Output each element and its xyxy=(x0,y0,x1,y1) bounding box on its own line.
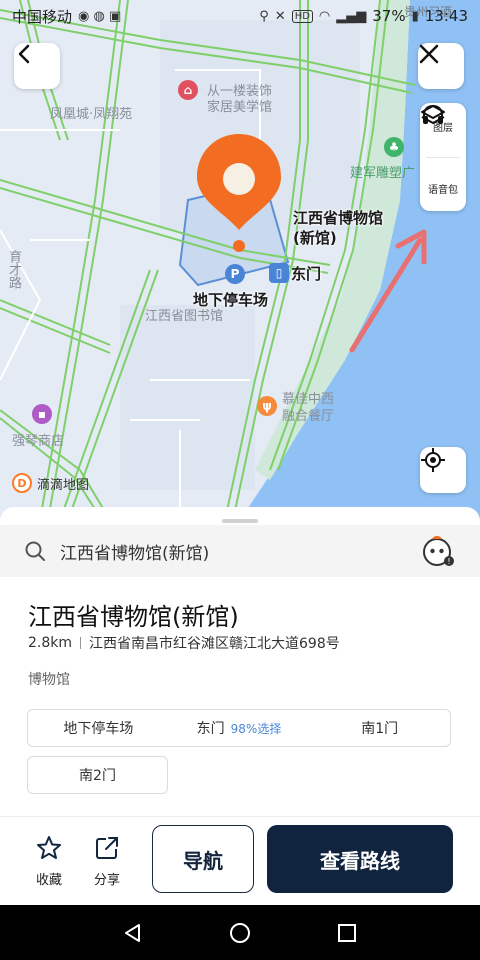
view-route-button[interactable]: 查看路线 xyxy=(267,825,453,893)
battery-icon: ▮ xyxy=(411,8,419,24)
map-canvas xyxy=(0,0,480,520)
door-icon[interactable]: ▯ xyxy=(269,263,289,283)
status-bar: 中国移动 ◉ ◍ ▣ ⚲ ✕ HD ◠ ▂▄▆ 37% ▮ 13:43 xyxy=(0,0,480,32)
headphones-icon xyxy=(423,104,443,124)
wifi-icon: ◠ xyxy=(318,8,331,24)
place-address: 江西省南昌市红谷滩区赣江北大道698号 xyxy=(89,636,340,652)
favorite-button[interactable]: 收藏 xyxy=(36,835,62,888)
hd-icon: HD xyxy=(291,9,313,23)
entrance-label: 东门 xyxy=(196,721,225,737)
meta-divider xyxy=(80,637,82,649)
entrance-selection-rate: 98%选择 xyxy=(230,722,282,736)
map-label: 凤凰城·凤翔苑 xyxy=(50,107,133,122)
notification-icons: ◉ ◍ ▣ xyxy=(78,8,122,24)
place-category: 博物馆 xyxy=(28,672,70,688)
tool-divider xyxy=(426,156,460,158)
east-gate-label[interactable]: 东门 xyxy=(291,264,321,284)
carrier-name: 中国移动 xyxy=(12,7,73,26)
map-brand: D 滴滴地图 xyxy=(12,473,89,493)
entrance-option-south2[interactable]: 南2门 xyxy=(27,756,168,794)
block-library xyxy=(120,305,255,490)
entrance-option-south1[interactable]: 南1门 xyxy=(309,718,450,738)
entrance-selector: 地下停车场 东门 98%选择 南1门 xyxy=(27,709,451,747)
didi-logo-icon: D xyxy=(12,473,32,493)
parking-label[interactable]: 地下停车场 xyxy=(193,290,268,310)
assistant-icon[interactable]: ! xyxy=(422,534,456,568)
map-label: 建军雕塑广 xyxy=(350,166,416,181)
brand-name: 滴滴地图 xyxy=(37,477,90,493)
parking-icon[interactable]: P xyxy=(225,264,245,284)
drag-handle[interactable] xyxy=(222,519,258,523)
place-meta: 2.8km 江西省南昌市红谷滩区赣江北大道698号 xyxy=(28,633,340,653)
search-query[interactable]: 江西省博物馆(新馆) xyxy=(60,539,422,564)
square-recents-icon xyxy=(337,923,356,942)
map-label: 育才路 xyxy=(6,250,21,289)
share-button[interactable]: 分享 xyxy=(94,835,120,888)
location-icon: ⚲ xyxy=(259,8,269,24)
entrance-option-east-gate[interactable]: 东门 98%选择 xyxy=(169,718,310,738)
signal-icon: ▂▄▆ xyxy=(336,8,367,24)
entrance-label: 地下停车场 xyxy=(63,721,134,737)
search-bar[interactable]: 江西省博物馆(新馆) ! xyxy=(0,525,480,577)
poi-title[interactable]: 江西省博物馆 (新馆) xyxy=(293,208,383,248)
mute-icon: ✕ xyxy=(274,8,286,24)
triangle-back-icon xyxy=(125,923,141,942)
entrance-label: 南1门 xyxy=(361,721,399,737)
map-tools-panel: 图层 语音包 xyxy=(420,103,466,211)
restaurant-icon[interactable]: ψ xyxy=(257,396,277,416)
system-nav-bar xyxy=(0,905,480,960)
close-button[interactable] xyxy=(418,43,464,89)
crosshair-icon xyxy=(421,448,445,472)
poi-title-line1: 江西省博物馆 xyxy=(293,209,384,227)
battery-text: 37% xyxy=(372,7,406,25)
search-icon xyxy=(25,541,45,561)
place-name: 江西省博物馆(新馆) xyxy=(28,603,239,631)
clock: 13:43 xyxy=(424,7,468,25)
shopping-bag-icon[interactable]: ▪ xyxy=(32,404,52,424)
share-icon xyxy=(96,837,118,859)
navigate-button[interactable]: 导航 xyxy=(152,825,254,893)
place-detail-sheet: 江西省博物馆(新馆) ! 江西省博物馆(新馆) 2.8km 江西省南昌市红谷滩区… xyxy=(0,507,480,905)
map-label: 强琴商店 xyxy=(12,434,65,449)
tree-icon[interactable]: ♣ xyxy=(384,137,404,157)
circle-home-icon xyxy=(229,922,250,943)
nav-home-button[interactable] xyxy=(225,918,255,948)
chevron-left-icon xyxy=(18,44,30,64)
nav-back-button[interactable] xyxy=(118,918,148,948)
nav-recents-button[interactable] xyxy=(332,918,362,948)
shop-icon[interactable]: ⌂ xyxy=(178,80,198,100)
back-button[interactable] xyxy=(14,43,60,89)
poi-title-line2: (新馆) xyxy=(293,229,337,247)
map-label: 家居美学馆 xyxy=(207,100,273,115)
divider xyxy=(0,816,480,817)
place-distance: 2.8km xyxy=(28,635,73,651)
svg-text:!: ! xyxy=(447,557,450,566)
favorite-label: 收藏 xyxy=(36,873,63,888)
locate-button[interactable] xyxy=(420,447,466,493)
voice-pack-label: 语音包 xyxy=(428,184,458,196)
map-view[interactable]: 中国移动 ◉ ◍ ▣ ⚲ ✕ HD ◠ ▂▄▆ 37% ▮ 13:43 凤凰城·… xyxy=(0,0,480,520)
voice-pack-button[interactable]: 语音包 xyxy=(423,104,458,196)
close-icon xyxy=(419,44,439,64)
star-icon xyxy=(37,836,61,859)
entrance-option-parking[interactable]: 地下停车场 xyxy=(28,718,169,738)
map-label: 融合餐厅 xyxy=(282,409,335,424)
share-label: 分享 xyxy=(94,873,121,888)
